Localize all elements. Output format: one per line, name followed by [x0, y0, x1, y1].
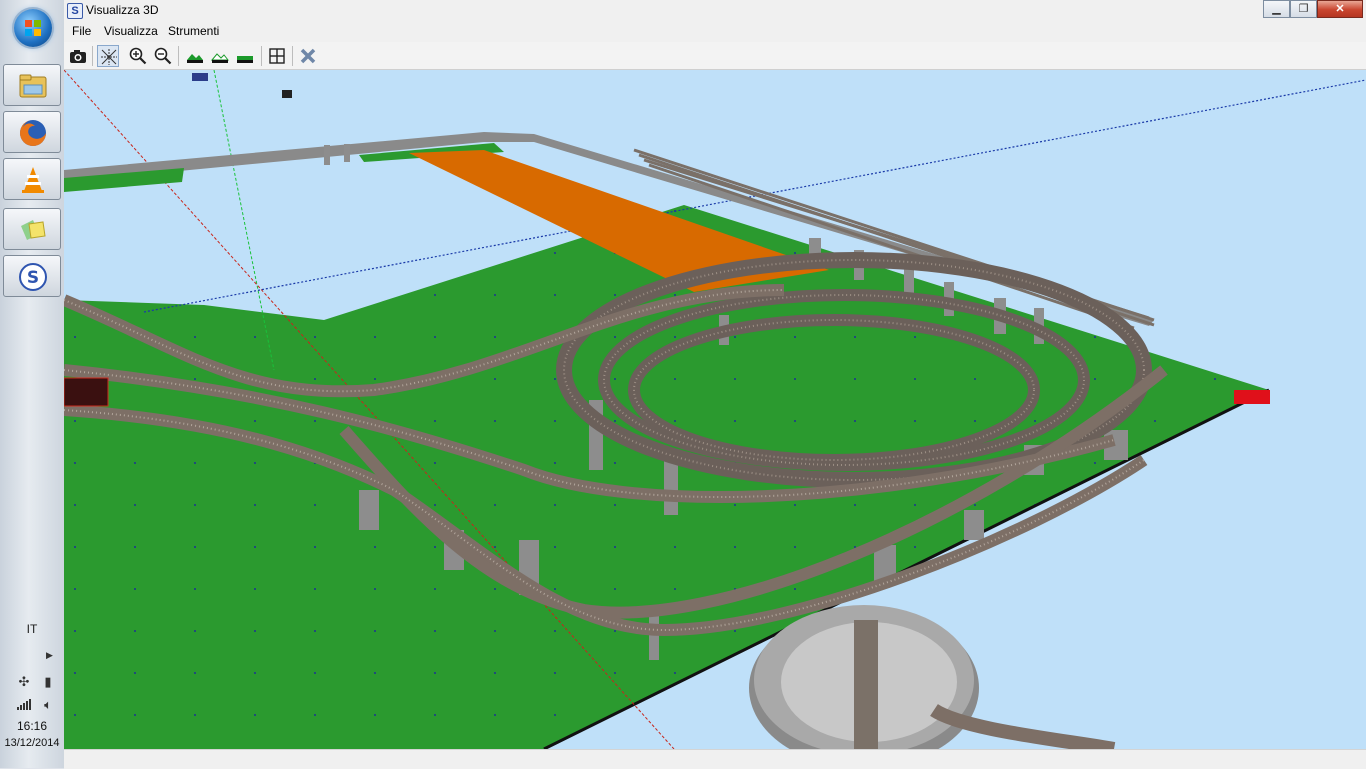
terrain-view-1-icon	[187, 54, 203, 63]
terrain-flat-icon	[237, 56, 253, 63]
app-s-icon: S	[19, 263, 47, 291]
zoom-out-button[interactable]	[152, 45, 174, 67]
toolbar	[64, 42, 1366, 70]
zoom-out-icon	[154, 47, 172, 65]
taskbar-explorer-button[interactable]	[3, 64, 61, 106]
tunnel-portal	[64, 377, 109, 407]
network-signal-icon[interactable]	[16, 698, 32, 712]
clock-time[interactable]: 16:16	[0, 719, 64, 733]
windows-logo-icon	[25, 20, 41, 36]
buffer-stop	[1234, 390, 1270, 404]
taskbar: S IT ▶ ✣ ▮ 🔈︎ 16:16 13/12/2014	[0, 0, 65, 768]
volume-icon[interactable]: 🔈︎	[40, 698, 56, 712]
explorer-icon	[19, 74, 47, 98]
clock-date[interactable]: 13/12/2014	[0, 737, 64, 749]
vlc-icon	[22, 167, 44, 193]
status-bar	[64, 749, 1366, 769]
terrain-view-2-icon	[211, 53, 229, 63]
snapshot-button[interactable]	[67, 45, 89, 67]
axes-toggle-button[interactable]	[97, 45, 119, 67]
taskbar-firefox-button[interactable]	[3, 111, 61, 153]
photos-icon	[21, 220, 46, 240]
axes-toggle-icon	[101, 49, 117, 65]
layout-3d-render	[64, 70, 1366, 749]
minimize-button[interactable]: ▁	[1263, 0, 1290, 18]
menu-file[interactable]: File	[72, 24, 91, 38]
taskbar-app-s-button[interactable]: S	[3, 255, 61, 297]
terrain-view-2-button[interactable]	[209, 45, 231, 67]
app-window: S Visualizza 3D ▁ ❐ ✕ File Visualizza St…	[64, 0, 1366, 769]
close-view-button[interactable]	[297, 45, 319, 67]
close-view-icon	[300, 48, 316, 64]
zoom-in-button[interactable]	[127, 45, 149, 67]
zoom-in-icon	[129, 47, 147, 65]
title-bar[interactable]: S Visualizza 3D ▁ ❐ ✕	[64, 0, 1366, 21]
taskbar-vlc-button[interactable]	[3, 158, 61, 200]
maximize-button[interactable]: ❐	[1290, 0, 1317, 18]
fit-view-button[interactable]	[266, 45, 288, 67]
menu-visualizza[interactable]: Visualizza	[104, 24, 158, 38]
start-button[interactable]	[14, 9, 52, 47]
svg-text:S: S	[27, 268, 39, 288]
close-button[interactable]: ✕	[1317, 0, 1363, 18]
taskbar-photos-button[interactable]	[3, 208, 61, 250]
app-icon[interactable]: S	[67, 3, 83, 19]
battery-icon[interactable]: ▮	[40, 675, 56, 689]
3d-viewport[interactable]	[64, 70, 1366, 749]
menu-bar: File Visualizza Strumenti	[64, 21, 1366, 41]
show-hidden-icons-button[interactable]: ▶	[46, 650, 53, 661]
terrain-view-1-button[interactable]	[184, 45, 206, 67]
menu-strumenti[interactable]: Strumenti	[168, 24, 219, 38]
turntable-bridge	[854, 620, 878, 749]
dropbox-icon[interactable]: ✣	[16, 675, 32, 689]
language-indicator[interactable]: IT	[0, 622, 64, 636]
firefox-icon	[20, 120, 46, 146]
camera-icon	[70, 50, 86, 63]
terrain-flat-button[interactable]	[234, 45, 256, 67]
fit-view-icon	[269, 48, 285, 64]
window-title: Visualizza 3D	[86, 3, 159, 17]
